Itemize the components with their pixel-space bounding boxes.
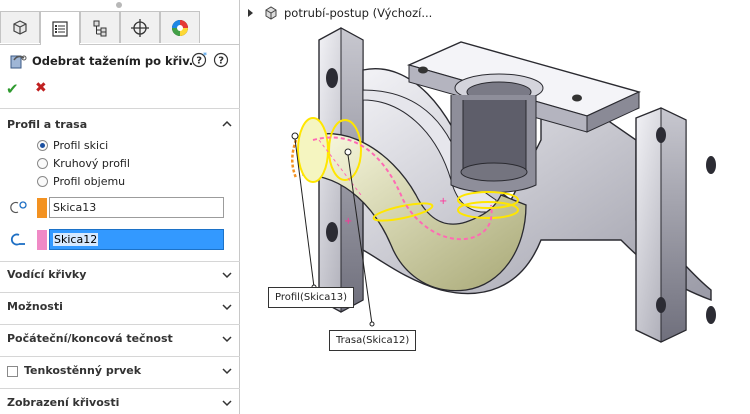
section-header-options[interactable]: Možnosti bbox=[7, 300, 63, 313]
radio-button[interactable] bbox=[37, 139, 48, 151]
ok-button[interactable]: ✔ bbox=[6, 80, 19, 98]
path-sketch-icon bbox=[11, 233, 25, 246]
svg-text:?: ? bbox=[218, 56, 224, 67]
chevron-down-icon[interactable] bbox=[222, 398, 232, 408]
crosshair-icon bbox=[131, 18, 149, 37]
svg-text:+: + bbox=[344, 216, 352, 227]
divider bbox=[0, 261, 240, 262]
graphics-area[interactable]: potrubí-postup (Výchozí... + + Profil(Sk… bbox=[241, 0, 750, 414]
chevron-up-icon[interactable] bbox=[222, 119, 232, 129]
section-header-curvature-display[interactable]: Zobrazení křivosti bbox=[7, 396, 119, 409]
profile-field[interactable]: Skica13 bbox=[49, 197, 224, 218]
color-wheel-icon bbox=[172, 19, 188, 36]
divider bbox=[0, 108, 240, 109]
radio-circular-profile[interactable]: Kruhový profil bbox=[37, 155, 130, 171]
tab-dimxpert-manager[interactable] bbox=[120, 11, 160, 43]
chevron-down-icon[interactable] bbox=[222, 270, 232, 280]
radio-button[interactable] bbox=[37, 157, 48, 169]
panel-grip[interactable] bbox=[116, 2, 122, 8]
thin-feature-checkbox[interactable] bbox=[7, 366, 18, 377]
configuration-icon bbox=[93, 20, 107, 36]
divider bbox=[0, 356, 240, 357]
path-selection-row: Skica12 bbox=[0, 227, 240, 251]
svg-text:+: + bbox=[439, 196, 447, 207]
chevron-down-icon[interactable] bbox=[222, 334, 232, 344]
section-header-profile-path[interactable]: Profil a trasa bbox=[7, 118, 87, 131]
chevron-down-icon[interactable] bbox=[222, 366, 232, 376]
profile-sketch-icon bbox=[10, 201, 27, 214]
svg-text:?: ? bbox=[196, 56, 202, 67]
divider bbox=[0, 292, 240, 293]
divider bbox=[0, 324, 240, 325]
cancel-button[interactable]: ✖ bbox=[35, 80, 47, 96]
profile-color-swatch bbox=[37, 198, 47, 218]
radio-solid-profile[interactable]: Profil objemu bbox=[37, 173, 125, 189]
tab-property-manager[interactable] bbox=[40, 11, 80, 45]
feature-tree-icon bbox=[13, 19, 27, 35]
svg-text:*: * bbox=[203, 52, 207, 60]
tab-display-manager[interactable] bbox=[160, 11, 200, 43]
divider bbox=[0, 388, 240, 389]
tab-feature-manager[interactable] bbox=[0, 11, 40, 43]
section-header-start-end-tangency[interactable]: Počáteční/koncová tečnost bbox=[7, 332, 173, 345]
swept-cut-icon bbox=[10, 55, 27, 69]
profile-selection-row: Skica13 bbox=[0, 195, 240, 219]
path-callout[interactable]: Trasa(Skica12) bbox=[329, 330, 417, 351]
help-with-star-icon[interactable]: ? * bbox=[191, 52, 209, 68]
profile-callout[interactable]: Profil(Skica13) bbox=[268, 287, 355, 308]
manager-tab-bar bbox=[0, 11, 240, 45]
section-header-thin-feature[interactable]: Tenkostěnný prvek bbox=[24, 364, 141, 377]
model-view[interactable]: + + bbox=[241, 0, 750, 414]
radio-sketch-profile[interactable]: Profil skici bbox=[37, 137, 108, 153]
path-field[interactable]: Skica12 bbox=[49, 229, 224, 250]
page-title: Odebrat tažením po křiv... bbox=[32, 54, 202, 68]
tab-configuration-manager[interactable] bbox=[80, 11, 120, 43]
help-icon[interactable]: ? bbox=[213, 52, 229, 68]
path-color-swatch bbox=[37, 230, 47, 250]
radio-button[interactable] bbox=[37, 175, 48, 187]
feature-title-row: Odebrat tažením po křiv... ? * ? bbox=[0, 46, 240, 74]
right-flange bbox=[635, 107, 716, 343]
property-list-icon bbox=[52, 20, 68, 37]
chevron-down-icon[interactable] bbox=[222, 302, 232, 312]
property-manager-panel: Odebrat tažením po křiv... ? * ? ✔ ✖ Pro… bbox=[0, 0, 240, 414]
section-header-guide-curves[interactable]: Vodící křivky bbox=[7, 268, 86, 281]
